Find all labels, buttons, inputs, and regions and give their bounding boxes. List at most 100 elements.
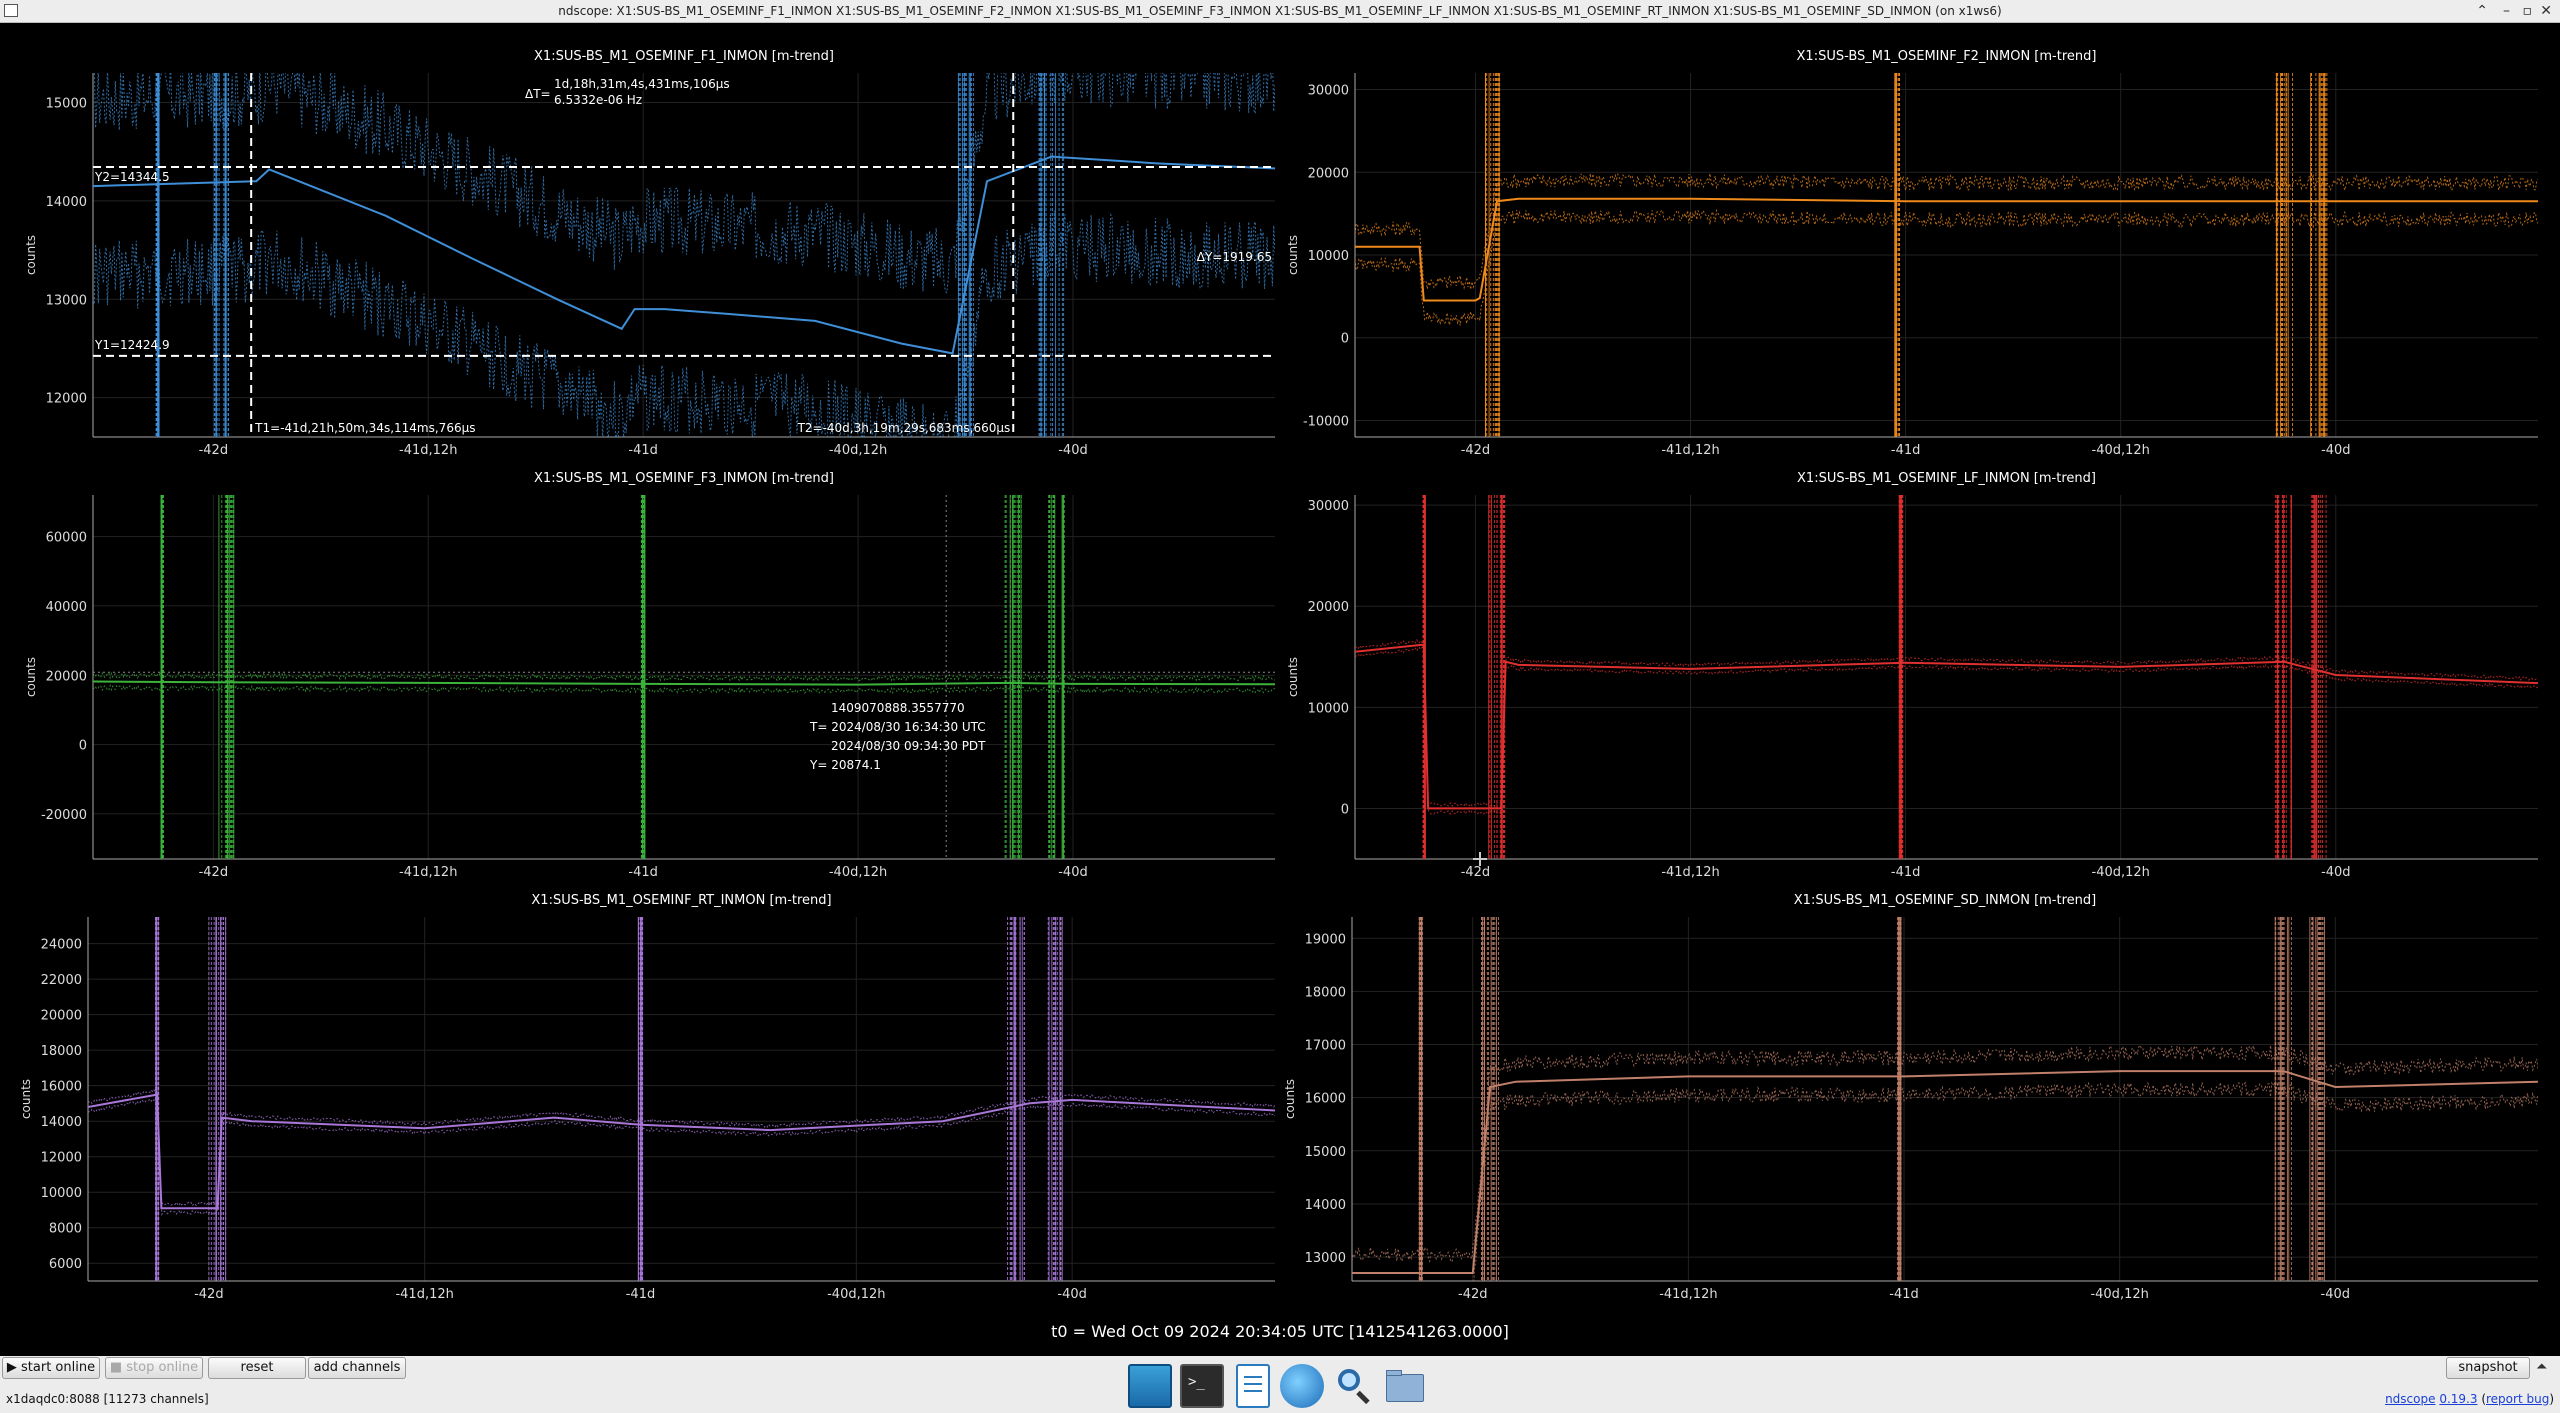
window-list-icon[interactable] [1128,1364,1172,1408]
y-tick-label: 10000 [1308,249,1349,264]
cursor-y2-label: Y2=14344.5 [94,170,170,184]
y-tick-label: 18000 [41,1044,82,1059]
y-tick-label: 60000 [46,531,87,546]
y-tick-label: 17000 [1305,1039,1346,1054]
expand-icon[interactable]: ⏶ [2536,1359,2547,1375]
x-tick-label: -40d,12h [829,865,887,880]
x-tick-label: -40d,12h [2092,865,2150,880]
x-tick-label: -40d,12h [2090,1287,2148,1302]
y-tick-label: 10000 [1308,701,1349,716]
add-channels-button[interactable]: add channels [308,1357,406,1379]
y-tick-label: 0 [79,739,87,754]
plot-title: X1:SUS-BS_M1_OSEMINF_F1_INMON [m-trend] [534,49,834,64]
y-tick-label: 6000 [49,1257,82,1272]
y-tick-label: 16000 [1305,1092,1346,1107]
version-link[interactable]: 0.19.3 [2439,1392,2477,1406]
cursor-y1-label: Y1=12424.9 [94,338,170,352]
y-tick-label: 13000 [1305,1251,1346,1266]
close-icon[interactable]: ✕ [2540,0,2552,22]
plot-panel-f1[interactable]: X1:SUS-BS_M1_OSEMINF_F1_INMON [m-trend] c… [24,37,1275,472]
x-tick-label: -40d [2321,865,2351,880]
y-tick-label: 13000 [46,293,87,308]
x-tick-label: -40d,12h [827,1287,885,1302]
y-tick-label: 15000 [1305,1145,1346,1160]
plot-content [1352,917,2538,1281]
shade-icon[interactable]: ⌃ [2476,0,2488,22]
series-mean-line [93,680,1275,686]
series-min-line [1355,646,2538,816]
x-tick-label: -40d [1058,865,1088,880]
readout-utc: T= 2024/08/30 16:34:30 UTC [809,720,986,734]
minimize-icon[interactable]: – [2503,0,2510,22]
y-tick-label: 8000 [49,1222,82,1237]
x-tick-label: -40d [2321,443,2351,458]
series-min-line [88,1096,1275,1217]
series-min-line [93,683,1275,695]
maximize-icon[interactable]: ▫ [2523,0,2533,22]
cursor-t2-label: T2=-40d,3h,19m,29s,683ms,660µs [797,421,1011,435]
series-min-line [1473,1081,2538,1281]
app-icon [4,4,18,17]
x-tick-label: -41d,12h [399,443,457,458]
cursor-dt-label: 1d,18h,31m,4s,431ms,106µs [554,77,730,91]
status-text: x1daqdc0:8088 [11273 channels] [6,1392,209,1406]
series-max-line [93,671,1275,682]
plot-panel-rt[interactable]: X1:SUS-BS_M1_OSEMINF_RT_INMON [m-trend] c… [19,893,1275,1302]
y-tick-label: 22000 [41,973,82,988]
x-tick-label: -42d [1461,443,1491,458]
x-tick-label: -40d [2321,1287,2351,1302]
stop-online-button[interactable]: ■ stop online [105,1357,203,1379]
plot-panel-f3[interactable]: X1:SUS-BS_M1_OSEMINF_F3_INMON [m-trend] c… [24,471,1275,880]
globe-icon[interactable] [1280,1364,1324,1408]
x-tick-label: -40d,12h [829,443,887,458]
series-max-line [1352,1044,2538,1264]
y-axis-label: counts [1283,1079,1297,1119]
folder-icon[interactable] [1384,1364,1428,1408]
plot-title: X1:SUS-BS_M1_OSEMINF_F2_INMON [m-trend] [1797,49,2097,64]
x-tick-label: -40d [1057,1287,1087,1302]
cursor-t1-label: T1=-41d,21h,50m,34s,114ms,766µs [254,421,475,435]
y-tick-label: 30000 [1308,84,1349,99]
document-icon[interactable] [1236,1364,1270,1408]
plot-content [93,495,1275,859]
plot-panel-sd[interactable]: X1:SUS-BS_M1_OSEMINF_SD_INMON [m-trend] c… [1283,893,2538,1302]
plot-area[interactable]: X1:SUS-BS_M1_OSEMINF_F1_INMON [m-trend] c… [0,23,2560,1358]
x-tick-label: -41d [1889,1287,1919,1302]
snapshot-button[interactable]: snapshot [2446,1357,2530,1379]
x-tick-label: -42d [199,865,229,880]
series-max-line [1355,172,2538,290]
series-mean-line [1355,643,2538,810]
start-online-button[interactable]: ▶ start online [2,1357,100,1379]
y-tick-label: 19000 [1305,932,1346,947]
cursor-freq-label: 6.5332e-06 Hz [554,93,642,107]
x-tick-label: -42d [199,443,229,458]
plot-grid[interactable]: X1:SUS-BS_M1_OSEMINF_F1_INMON [m-trend] c… [0,23,2560,1358]
plot-panel-lf[interactable]: X1:SUS-BS_M1_OSEMINF_LF_INMON [m-trend] c… [1286,471,2538,880]
y-tick-label: 30000 [1308,499,1349,514]
y-tick-label: 16000 [41,1080,82,1095]
x-tick-label: -42d [1461,865,1491,880]
y-tick-label: -10000 [1303,414,1349,429]
y-tick-label: 20000 [1308,166,1349,181]
magnifier-icon[interactable] [1332,1364,1376,1408]
plot-title: X1:SUS-BS_M1_OSEMINF_LF_INMON [m-trend] [1797,471,2096,486]
y-tick-label: 0 [1341,332,1349,347]
window-titlebar: ndscope: X1:SUS-BS_M1_OSEMINF_F1_INMON X… [0,0,2560,23]
y-tick-label: 20000 [41,1009,82,1024]
x-tick-label: -41d [626,1287,656,1302]
y-tick-label: 14000 [46,195,87,210]
plot-panel-f2[interactable]: X1:SUS-BS_M1_OSEMINF_F2_INMON [m-trend] c… [1286,49,2538,458]
reset-button[interactable]: reset [208,1357,306,1379]
x-tick-label: -42d [1458,1287,1488,1302]
y-axis-label: counts [19,1079,33,1119]
plot-title: X1:SUS-BS_M1_OSEMINF_RT_INMON [m-trend] [531,893,831,908]
report-bug-link[interactable]: report bug [2486,1392,2549,1406]
ndscope-link[interactable]: ndscope [2385,1392,2435,1406]
t0-label: t0 = Wed Oct 09 2024 20:34:05 UTC [14125… [1051,1322,1509,1341]
y-tick-label: 20000 [46,669,87,684]
y-axis-label: counts [24,235,38,275]
y-tick-label: 14000 [1305,1198,1346,1213]
terminal-icon[interactable]: >_ [1180,1364,1224,1408]
series-mean-line [88,1093,1275,1210]
x-tick-label: -41d,12h [1661,443,1719,458]
